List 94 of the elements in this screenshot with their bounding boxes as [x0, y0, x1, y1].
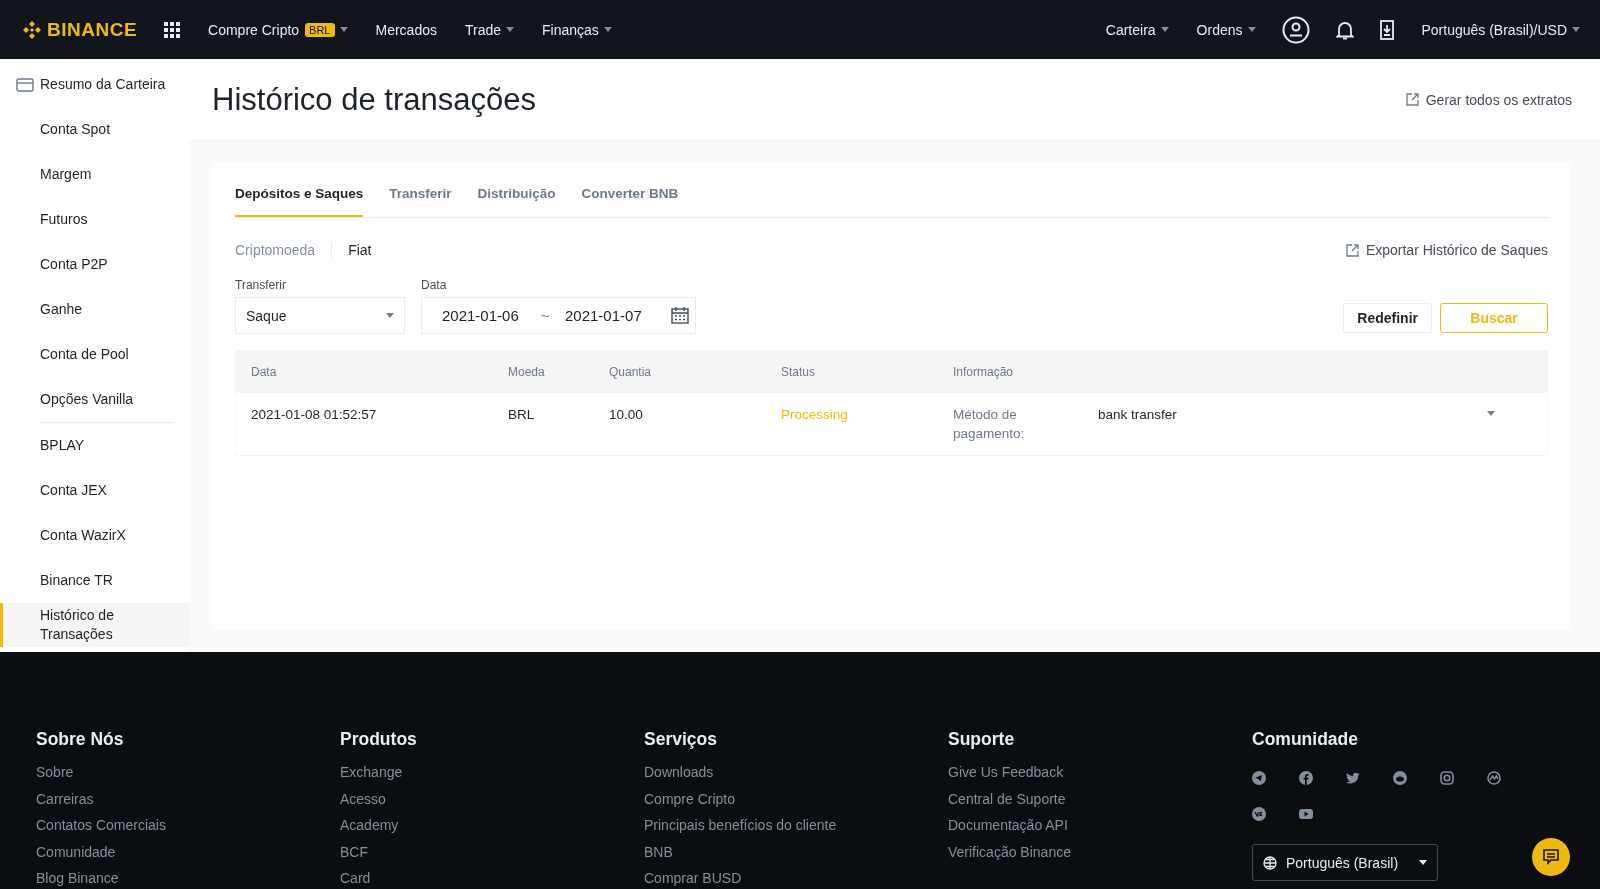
- footer-link[interactable]: Principais benefícios do cliente: [644, 817, 837, 835]
- column-header: Status: [781, 365, 817, 379]
- transfer-select[interactable]: Saque: [235, 297, 405, 334]
- facebook-icon[interactable]: [1299, 771, 1313, 785]
- footer-heading: Sobre Nós: [36, 729, 125, 750]
- column-header: Data: [251, 365, 278, 379]
- footer-link[interactable]: Verificação Binance: [948, 843, 1071, 861]
- chat-button[interactable]: [1532, 838, 1570, 876]
- calendar-icon: [671, 307, 689, 324]
- binance-logo[interactable]: BINANCE: [21, 18, 138, 41]
- column-header: Quantia: [609, 365, 653, 379]
- footer-link[interactable]: Sobre: [36, 764, 74, 782]
- footer-link[interactable]: Give Us Feedback: [948, 764, 1064, 782]
- column-header: Moeda: [508, 365, 546, 379]
- footer-link[interactable]: Downloads: [644, 764, 714, 782]
- footer-heading: Serviços: [644, 729, 718, 750]
- tab[interactable]: Depósitos e Saques: [235, 186, 364, 217]
- sidebar-item[interactable]: Ganhe: [0, 287, 189, 332]
- expand-caret-icon[interactable]: [1487, 411, 1495, 416]
- sidebar-item[interactable]: Conta WazirX: [0, 513, 189, 558]
- sidebar-item[interactable]: Opções Vanilla: [0, 377, 189, 422]
- statements-link[interactable]: Gerar todos os extratos: [1405, 91, 1572, 108]
- sidebar-item[interactable]: Conta JEX: [0, 468, 189, 513]
- currency-badge: BRL: [305, 22, 335, 37]
- table-cell-text: bank transfer: [1098, 406, 1178, 424]
- logo-icon: [21, 18, 43, 41]
- subtab[interactable]: Fiat: [331, 242, 388, 258]
- table-cell-text: 10.00: [609, 406, 644, 424]
- caret-icon: [386, 313, 394, 318]
- telegram-icon[interactable]: [1252, 771, 1266, 785]
- nav-menu-item[interactable]: Compre Cripto BRL: [208, 21, 348, 38]
- footer-link[interactable]: Academy: [340, 817, 399, 835]
- page-title: Histórico de transações: [212, 81, 536, 118]
- user-avatar-icon[interactable]: [1281, 15, 1310, 44]
- export-link[interactable]: Exportar Histórico de Saques: [1345, 242, 1548, 258]
- nav-menu-item[interactable]: Carteira: [1105, 21, 1169, 38]
- sidebar-item[interactable]: Margem: [0, 152, 189, 197]
- language-currency-selector[interactable]: Português (Brasil)/USD: [1421, 21, 1580, 38]
- sidebar-item[interactable]: Conta Spot: [0, 107, 189, 152]
- caret-icon: [1419, 860, 1427, 865]
- footer-link[interactable]: Carreiras: [36, 790, 94, 808]
- nav-menu-item[interactable]: Mercados: [375, 21, 437, 38]
- footer-link[interactable]: Comunidade: [36, 843, 116, 861]
- sidebar-item[interactable]: Conta de Pool: [0, 332, 189, 377]
- footer-link[interactable]: BNB: [644, 843, 673, 861]
- sidebar-item[interactable]: Futuros: [0, 197, 189, 242]
- table-cell-text: BRL: [508, 406, 536, 424]
- youtube-icon[interactable]: [1299, 807, 1313, 821]
- sidebar-item[interactable]: Conta P2P: [0, 242, 189, 287]
- chat-bubble-icon: [1542, 848, 1560, 866]
- reset-button[interactable]: Redefinir: [1343, 303, 1432, 333]
- footer-link[interactable]: Acesso: [340, 790, 386, 808]
- apps-grid-icon[interactable]: [164, 21, 181, 38]
- sidebar-item[interactable]: BPLAY: [0, 423, 189, 468]
- download-icon[interactable]: [1379, 19, 1394, 40]
- tab[interactable]: Transferir: [389, 186, 452, 217]
- footer-link[interactable]: Contatos Comerciais: [36, 817, 166, 835]
- bell-icon[interactable]: [1335, 19, 1354, 40]
- footer-link[interactable]: Compre Cripto: [644, 790, 736, 808]
- footer-link[interactable]: BCF: [340, 843, 368, 861]
- column-header: Informação: [953, 365, 1015, 379]
- footer-link[interactable]: Exchange: [340, 764, 403, 782]
- footer-heading: Produtos: [340, 729, 418, 750]
- sidebar-item[interactable]: Resumo da Carteira: [0, 62, 189, 107]
- footer-link[interactable]: Card: [340, 870, 371, 888]
- footer-link[interactable]: Documentação API: [948, 817, 1068, 835]
- nav-menu-item[interactable]: Trade: [464, 21, 515, 38]
- sidebar-item[interactable]: Binance TR: [0, 558, 189, 603]
- date-range-field[interactable]: 2021-01-06 ~ 2021-01-07: [421, 297, 696, 334]
- nav-menu-item[interactable]: Ordens: [1196, 21, 1256, 38]
- footer-link[interactable]: Blog Binance: [36, 870, 119, 888]
- status-text: Processing: [781, 406, 849, 424]
- table-cell-text: 2021-01-08 01:52:57: [251, 406, 378, 424]
- footer-link[interactable]: Central de Suporte: [948, 790, 1066, 808]
- instagram-icon[interactable]: [1440, 771, 1454, 785]
- tab[interactable]: Distribuição: [477, 186, 556, 217]
- twitter-icon[interactable]: [1346, 771, 1360, 785]
- wallet-icon: [16, 78, 34, 92]
- sidebar-item[interactable]: Histórico de Transações: [0, 603, 189, 647]
- export-icon: [1345, 243, 1359, 257]
- tab[interactable]: Converter BNB: [581, 186, 679, 217]
- logo-text: BINANCE: [47, 18, 138, 41]
- footer-heading: Comunidade: [1252, 729, 1359, 750]
- field-label: Transferir: [235, 278, 287, 292]
- footer-link[interactable]: Comprar BUSD: [644, 870, 742, 888]
- field-label: Data: [421, 278, 448, 292]
- chart-circle-icon[interactable]: [1487, 771, 1501, 785]
- table-cell-text: Método de pagamento:: [953, 406, 1026, 443]
- globe-icon: [1263, 855, 1277, 870]
- footer-heading: Suporte: [948, 729, 1016, 750]
- caret-icon: [1572, 27, 1580, 32]
- nav-menu-item[interactable]: Finanças: [542, 21, 612, 38]
- language-selector[interactable]: Português (Brasil): [1252, 844, 1438, 881]
- export-icon: [1405, 93, 1419, 106]
